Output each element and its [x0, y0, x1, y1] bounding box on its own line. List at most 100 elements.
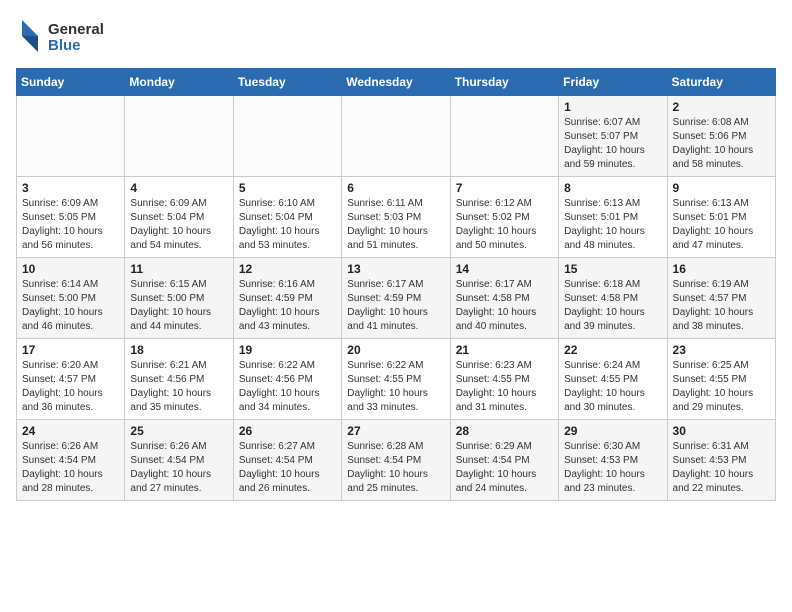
calendar-cell: 16 Sunrise: 6:19 AM Sunset: 4:57 PM Dayli… — [667, 258, 775, 339]
day-number: 11 — [130, 262, 227, 276]
day-number: 14 — [456, 262, 553, 276]
day-detail: Sunrise: 6:24 AM Sunset: 4:55 PM Dayligh… — [564, 359, 661, 415]
day-detail: Sunrise: 6:26 AM Sunset: 4:54 PM Dayligh… — [130, 440, 227, 496]
weekday-header-wednesday: Wednesday — [342, 69, 450, 96]
calendar-cell: 1 Sunrise: 6:07 AM Sunset: 5:07 PM Daylig… — [559, 96, 667, 177]
calendar-header: SundayMondayTuesdayWednesdayThursdayFrid… — [17, 69, 776, 96]
calendar-cell: 27 Sunrise: 6:28 AM Sunset: 4:54 PM Dayli… — [342, 420, 450, 501]
calendar-week-row: 10 Sunrise: 6:14 AM Sunset: 5:00 PM Dayli… — [17, 258, 776, 339]
day-number: 9 — [673, 181, 770, 195]
calendar-cell: 30 Sunrise: 6:31 AM Sunset: 4:53 PM Dayli… — [667, 420, 775, 501]
day-number: 17 — [22, 343, 119, 357]
calendar-cell: 13 Sunrise: 6:17 AM Sunset: 4:59 PM Dayli… — [342, 258, 450, 339]
calendar-cell: 12Sunrise: 6:16 AM Sunset: 4:59 PM Dayli… — [233, 258, 341, 339]
day-number: 4 — [130, 181, 227, 195]
day-number: 26 — [239, 424, 336, 438]
day-detail: Sunrise: 6:17 AM Sunset: 4:59 PM Dayligh… — [347, 278, 444, 334]
page-header: GeneralBlue — [16, 16, 776, 56]
day-detail: Sunrise: 6:17 AM Sunset: 4:58 PM Dayligh… — [456, 278, 553, 334]
day-number: 30 — [673, 424, 770, 438]
day-detail: Sunrise: 6:13 AM Sunset: 5:01 PM Dayligh… — [564, 197, 661, 253]
day-number: 2 — [673, 100, 770, 114]
calendar-cell: 11 Sunrise: 6:15 AM Sunset: 5:00 PM Dayli… — [125, 258, 233, 339]
calendar-cell — [233, 96, 341, 177]
day-number: 1 — [564, 100, 661, 114]
day-detail: Sunrise: 6:31 AM Sunset: 4:53 PM Dayligh… — [673, 440, 770, 496]
calendar-week-row: 24 Sunrise: 6:26 AM Sunset: 4:54 PM Dayli… — [17, 420, 776, 501]
calendar-cell: 15Sunrise: 6:18 AM Sunset: 4:58 PM Dayli… — [559, 258, 667, 339]
weekday-header-row: SundayMondayTuesdayWednesdayThursdayFrid… — [17, 69, 776, 96]
calendar-cell: 21 Sunrise: 6:23 AM Sunset: 4:55 PM Dayli… — [450, 339, 558, 420]
day-number: 21 — [456, 343, 553, 357]
weekday-header-monday: Monday — [125, 69, 233, 96]
day-detail: Sunrise: 6:21 AM Sunset: 4:56 PM Dayligh… — [130, 359, 227, 415]
day-detail: Sunrise: 6:14 AM Sunset: 5:00 PM Dayligh… — [22, 278, 119, 334]
day-number: 6 — [347, 181, 444, 195]
calendar-week-row: 17Sunrise: 6:20 AM Sunset: 4:57 PM Dayli… — [17, 339, 776, 420]
day-number: 16 — [673, 262, 770, 276]
day-detail: Sunrise: 6:28 AM Sunset: 4:54 PM Dayligh… — [347, 440, 444, 496]
day-number: 8 — [564, 181, 661, 195]
day-number: 10 — [22, 262, 119, 276]
calendar-cell: 8 Sunrise: 6:13 AM Sunset: 5:01 PM Daylig… — [559, 177, 667, 258]
day-number: 25 — [130, 424, 227, 438]
calendar-cell: 29Sunrise: 6:30 AM Sunset: 4:53 PM Dayli… — [559, 420, 667, 501]
day-number: 5 — [239, 181, 336, 195]
calendar-cell — [125, 96, 233, 177]
calendar-cell — [17, 96, 125, 177]
calendar-cell: 18 Sunrise: 6:21 AM Sunset: 4:56 PM Dayli… — [125, 339, 233, 420]
day-number: 20 — [347, 343, 444, 357]
day-detail: Sunrise: 6:26 AM Sunset: 4:54 PM Dayligh… — [22, 440, 119, 496]
calendar-week-row: 1 Sunrise: 6:07 AM Sunset: 5:07 PM Daylig… — [17, 96, 776, 177]
calendar-body: 1 Sunrise: 6:07 AM Sunset: 5:07 PM Daylig… — [17, 96, 776, 501]
calendar-cell: 22 Sunrise: 6:24 AM Sunset: 4:55 PM Dayli… — [559, 339, 667, 420]
day-detail: Sunrise: 6:09 AM Sunset: 5:04 PM Dayligh… — [130, 197, 227, 253]
calendar-cell — [342, 96, 450, 177]
calendar-cell: 20 Sunrise: 6:22 AM Sunset: 4:55 PM Dayli… — [342, 339, 450, 420]
day-detail: Sunrise: 6:13 AM Sunset: 5:01 PM Dayligh… — [673, 197, 770, 253]
day-detail: Sunrise: 6:12 AM Sunset: 5:02 PM Dayligh… — [456, 197, 553, 253]
day-detail: Sunrise: 6:10 AM Sunset: 5:04 PM Dayligh… — [239, 197, 336, 253]
day-detail: Sunrise: 6:19 AM Sunset: 4:57 PM Dayligh… — [673, 278, 770, 334]
day-number: 24 — [22, 424, 119, 438]
day-detail: Sunrise: 6:08 AM Sunset: 5:06 PM Dayligh… — [673, 116, 770, 172]
calendar-cell: 19Sunrise: 6:22 AM Sunset: 4:56 PM Dayli… — [233, 339, 341, 420]
calendar-cell: 14 Sunrise: 6:17 AM Sunset: 4:58 PM Dayli… — [450, 258, 558, 339]
calendar-cell: 6 Sunrise: 6:11 AM Sunset: 5:03 PM Daylig… — [342, 177, 450, 258]
day-number: 15 — [564, 262, 661, 276]
calendar-cell: 25 Sunrise: 6:26 AM Sunset: 4:54 PM Dayli… — [125, 420, 233, 501]
day-detail: Sunrise: 6:27 AM Sunset: 4:54 PM Dayligh… — [239, 440, 336, 496]
calendar-cell: 7Sunrise: 6:12 AM Sunset: 5:02 PM Daylig… — [450, 177, 558, 258]
day-detail: Sunrise: 6:09 AM Sunset: 5:05 PM Dayligh… — [22, 197, 119, 253]
calendar-cell: 3Sunrise: 6:09 AM Sunset: 5:05 PM Daylig… — [17, 177, 125, 258]
day-detail: Sunrise: 6:11 AM Sunset: 5:03 PM Dayligh… — [347, 197, 444, 253]
day-number: 23 — [673, 343, 770, 357]
calendar-cell: 10 Sunrise: 6:14 AM Sunset: 5:00 PM Dayli… — [17, 258, 125, 339]
calendar-cell: 23 Sunrise: 6:25 AM Sunset: 4:55 PM Dayli… — [667, 339, 775, 420]
weekday-header-sunday: Sunday — [17, 69, 125, 96]
day-detail: Sunrise: 6:29 AM Sunset: 4:54 PM Dayligh… — [456, 440, 553, 496]
day-number: 18 — [130, 343, 227, 357]
calendar-cell: 9 Sunrise: 6:13 AM Sunset: 5:01 PM Daylig… — [667, 177, 775, 258]
day-number: 29 — [564, 424, 661, 438]
day-number: 22 — [564, 343, 661, 357]
calendar-week-row: 3Sunrise: 6:09 AM Sunset: 5:05 PM Daylig… — [17, 177, 776, 258]
calendar-table: SundayMondayTuesdayWednesdayThursdayFrid… — [16, 68, 776, 501]
day-detail: Sunrise: 6:15 AM Sunset: 5:00 PM Dayligh… — [130, 278, 227, 334]
day-number: 28 — [456, 424, 553, 438]
day-detail: Sunrise: 6:23 AM Sunset: 4:55 PM Dayligh… — [456, 359, 553, 415]
day-detail: Sunrise: 6:22 AM Sunset: 4:56 PM Dayligh… — [239, 359, 336, 415]
logo: GeneralBlue — [16, 16, 126, 56]
calendar-cell: 26 Sunrise: 6:27 AM Sunset: 4:54 PM Dayli… — [233, 420, 341, 501]
day-detail: Sunrise: 6:16 AM Sunset: 4:59 PM Dayligh… — [239, 278, 336, 334]
day-number: 13 — [347, 262, 444, 276]
day-detail: Sunrise: 6:22 AM Sunset: 4:55 PM Dayligh… — [347, 359, 444, 415]
calendar-cell: 2 Sunrise: 6:08 AM Sunset: 5:06 PM Daylig… — [667, 96, 775, 177]
calendar-cell: 4 Sunrise: 6:09 AM Sunset: 5:04 PM Daylig… — [125, 177, 233, 258]
calendar-cell: 24 Sunrise: 6:26 AM Sunset: 4:54 PM Dayli… — [17, 420, 125, 501]
calendar-cell: 17Sunrise: 6:20 AM Sunset: 4:57 PM Dayli… — [17, 339, 125, 420]
day-number: 27 — [347, 424, 444, 438]
day-detail: Sunrise: 6:25 AM Sunset: 4:55 PM Dayligh… — [673, 359, 770, 415]
calendar-cell — [450, 96, 558, 177]
day-detail: Sunrise: 6:07 AM Sunset: 5:07 PM Dayligh… — [564, 116, 661, 172]
